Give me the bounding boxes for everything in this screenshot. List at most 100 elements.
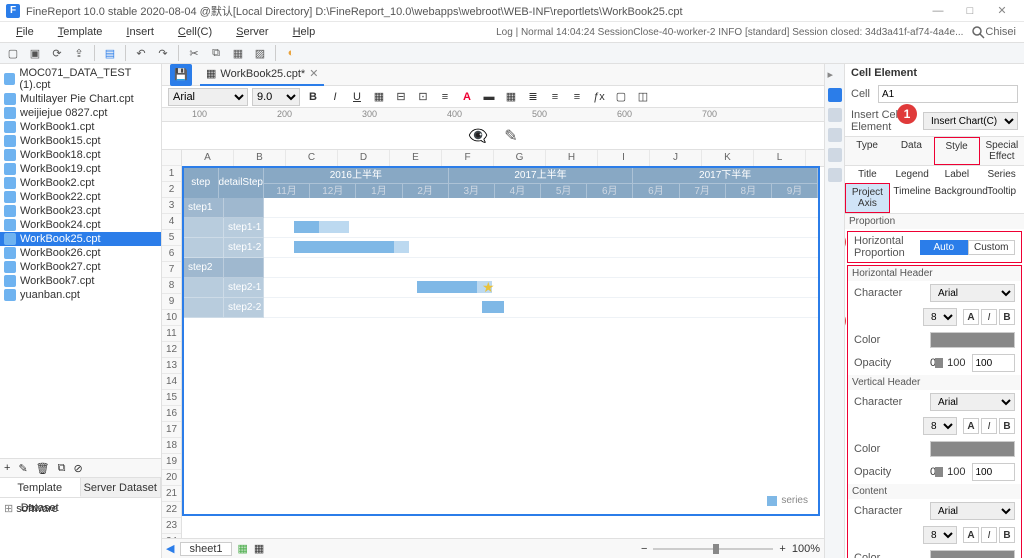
bold-btn[interactable]: A	[963, 418, 979, 434]
document-tab[interactable]: ▦WorkBook25.cpt* ✕	[200, 64, 324, 86]
row-header[interactable]: 19	[162, 454, 181, 470]
row-header[interactable]: 6	[162, 246, 181, 262]
menu-file[interactable]: File	[4, 26, 46, 38]
brush-icon[interactable]: ▨	[251, 44, 269, 62]
right-nav-collapse-icon[interactable]: ▸	[828, 68, 842, 82]
italic-btn[interactable]: I	[981, 309, 997, 325]
row-header[interactable]: 3	[162, 198, 181, 214]
tab-server-dataset[interactable]: Server Dataset	[81, 478, 162, 497]
sheet-prev-icon[interactable]: ◀	[166, 542, 174, 555]
file-item[interactable]: WorkBook7.cpt	[0, 274, 161, 288]
row-header[interactable]: 23	[162, 518, 181, 534]
unmerge-button[interactable]: ⊡	[414, 88, 432, 106]
close-button[interactable]: ✕	[986, 4, 1018, 17]
subtab-title[interactable]: Title	[845, 166, 890, 183]
menu-help[interactable]: Help	[281, 26, 328, 38]
subtab-label[interactable]: Label	[935, 166, 980, 183]
bold-btn[interactable]: A	[963, 527, 979, 543]
edit-icon[interactable]: ✎	[504, 126, 517, 146]
zoom-in-icon[interactable]: +	[779, 543, 785, 555]
row-header[interactable]: 2	[162, 182, 181, 198]
file-item[interactable]: Multilayer Pie Chart.cpt	[0, 92, 161, 106]
add-dataset-icon[interactable]: +	[4, 462, 10, 474]
redo-icon[interactable]: ↷	[154, 44, 172, 62]
bold-button[interactable]: B	[304, 88, 322, 106]
file-item[interactable]: WorkBook15.cpt	[0, 134, 161, 148]
file-item[interactable]: WorkBook23.cpt	[0, 204, 161, 218]
row-header[interactable]: 7	[162, 262, 181, 278]
align-v-button[interactable]: ≡	[546, 88, 564, 106]
merge-button[interactable]: ⊟	[392, 88, 410, 106]
row-header[interactable]: 20	[162, 470, 181, 486]
subtab-timeline[interactable]: Timeline	[890, 183, 935, 213]
maximize-button[interactable]: □	[954, 5, 986, 17]
sheet-tab[interactable]: sheet1	[180, 542, 231, 556]
right-nav-cond-icon[interactable]	[828, 128, 842, 142]
col-header[interactable]: L	[754, 150, 806, 166]
bg-color-button[interactable]: ▬	[480, 88, 498, 106]
bolder-btn[interactable]: B	[999, 527, 1015, 543]
menu-cell(c)[interactable]: Cell(C)	[166, 26, 224, 38]
file-item[interactable]: WorkBook18.cpt	[0, 148, 161, 162]
undo-icon[interactable]: ↶	[132, 44, 150, 62]
edit-dataset-icon[interactable]: ✎	[18, 462, 27, 475]
row-header[interactable]: 21	[162, 486, 181, 502]
cell-input[interactable]	[878, 85, 1018, 103]
row-header[interactable]: 17	[162, 422, 181, 438]
row-header[interactable]: 9	[162, 294, 181, 310]
close-tab-icon[interactable]: ✕	[309, 67, 318, 80]
tab-template-dataset[interactable]: Template Dataset	[0, 478, 81, 497]
preview-icon[interactable]: ◐	[282, 44, 300, 62]
right-nav-widget-icon[interactable]	[828, 168, 842, 182]
font-color-button[interactable]: A	[458, 88, 476, 106]
right-nav-link-icon[interactable]	[828, 148, 842, 162]
file-item[interactable]: MOC071_DATA_TEST (1).cpt	[0, 66, 161, 92]
refresh-icon[interactable]: ⟳	[48, 44, 66, 62]
export-icon[interactable]: ⇪	[70, 44, 88, 62]
italic-btn[interactable]: I	[981, 527, 997, 543]
minimize-button[interactable]: —	[922, 5, 954, 17]
menu-server[interactable]: Server	[224, 26, 280, 38]
row-header[interactable]: 1	[162, 166, 181, 182]
copy-dataset-icon[interactable]: ⧉	[58, 462, 66, 475]
row-header[interactable]: 18	[162, 438, 181, 454]
add-sheet-icon[interactable]: ▦	[238, 542, 248, 555]
file-item[interactable]: WorkBook24.cpt	[0, 218, 161, 232]
col-header[interactable]: D	[338, 150, 390, 166]
right-nav-attr-icon[interactable]	[828, 108, 842, 122]
zoom-out-icon[interactable]: −	[641, 543, 647, 555]
bolder-btn[interactable]: B	[999, 418, 1015, 434]
right-nav-cell-icon[interactable]	[828, 88, 842, 102]
file-item[interactable]: weijiejue 0827.cpt	[0, 106, 161, 120]
hprop-custom-button[interactable]: Custom	[968, 240, 1016, 255]
chart-cell[interactable]: stepdetailStep2016上半年2017上半年2017下半年11月12…	[182, 166, 820, 516]
subtab-legend[interactable]: Legend	[890, 166, 935, 183]
file-item[interactable]: WorkBook25.cpt	[0, 232, 161, 246]
cell-button[interactable]: ▢	[612, 88, 630, 106]
row-header[interactable]: 13	[162, 358, 181, 374]
copy-icon[interactable]: ⧉	[207, 44, 225, 62]
color-picker[interactable]	[930, 550, 1015, 558]
col-header[interactable]: B	[234, 150, 286, 166]
italic-button[interactable]: I	[326, 88, 344, 106]
align-h-button[interactable]: ≣	[524, 88, 542, 106]
dataset-tree[interactable]: ⊞ software	[0, 498, 161, 558]
file-item[interactable]: WorkBook22.cpt	[0, 190, 161, 204]
clear-dataset-icon[interactable]: ⊘	[73, 462, 82, 475]
row-header[interactable]: 11	[162, 326, 181, 342]
underline-button[interactable]: U	[348, 88, 366, 106]
row-header[interactable]: 16	[162, 406, 181, 422]
bolder-btn[interactable]: B	[999, 309, 1015, 325]
open-icon[interactable]: ▣	[26, 44, 44, 62]
dataset-node[interactable]: software	[16, 503, 58, 515]
row-header[interactable]: 5	[162, 230, 181, 246]
delete-dataset-icon[interactable]: 🗑	[36, 462, 50, 475]
row-header[interactable]: 8	[162, 278, 181, 294]
align-c-button[interactable]: ≡	[568, 88, 586, 106]
col-header[interactable]: E	[390, 150, 442, 166]
col-header[interactable]: G	[494, 150, 546, 166]
subtab-background[interactable]: Background	[935, 183, 980, 213]
menu-template[interactable]: Template	[46, 26, 115, 38]
search-icon[interactable]	[971, 25, 985, 39]
file-item[interactable]: WorkBook26.cpt	[0, 246, 161, 260]
